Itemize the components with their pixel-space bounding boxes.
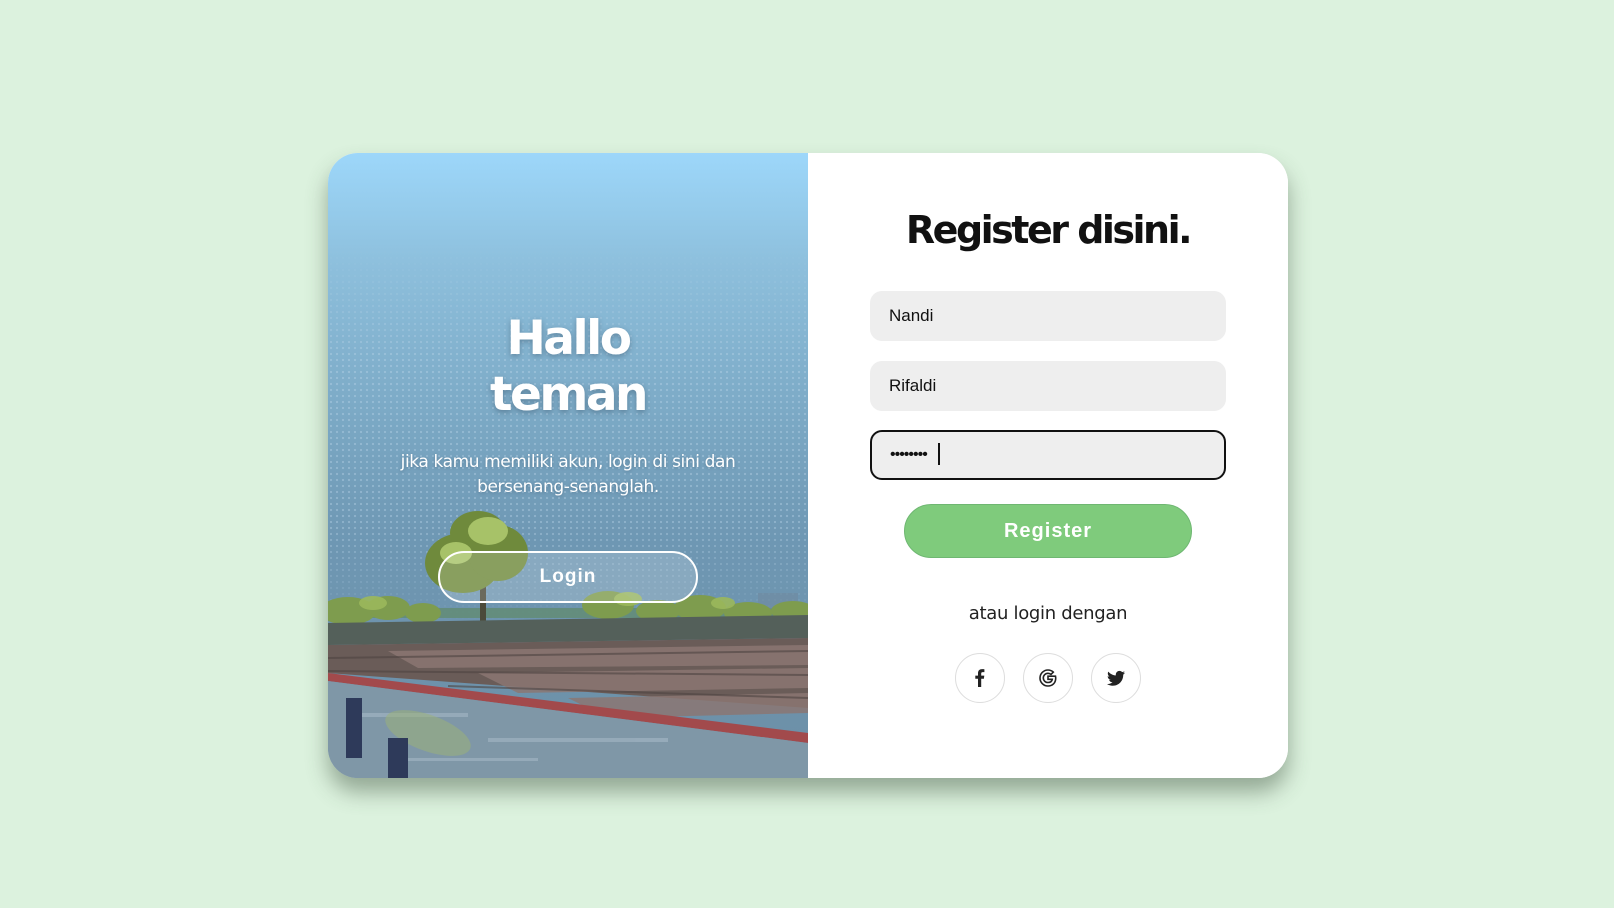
register-panel: Register disini. Register atau login den…	[808, 153, 1288, 778]
welcome-panel: Hallo teman jika kamu memiliki akun, log…	[328, 153, 808, 778]
register-button[interactable]: Register	[904, 504, 1192, 558]
google-icon	[1039, 669, 1057, 687]
welcome-subtitle: jika kamu memiliki akun, login di sini d…	[400, 452, 736, 497]
twitter-icon	[1107, 670, 1125, 686]
password-input[interactable]	[870, 430, 1226, 480]
login-button[interactable]: Login	[438, 551, 698, 603]
facebook-icon	[975, 669, 985, 687]
first-name-input[interactable]	[870, 291, 1226, 341]
facebook-login-button[interactable]	[955, 653, 1005, 703]
welcome-title: Hallo teman	[328, 311, 808, 423]
welcome-title-line2: teman	[490, 367, 649, 422]
google-login-button[interactable]	[1023, 653, 1073, 703]
register-title: Register disini.	[905, 208, 1193, 252]
last-name-input[interactable]	[870, 361, 1226, 411]
social-login-group	[808, 653, 1288, 703]
text-caret	[938, 443, 940, 465]
alt-login-text: atau login dengan	[968, 603, 1128, 624]
twitter-login-button[interactable]	[1091, 653, 1141, 703]
auth-card: Hallo teman jika kamu memiliki akun, log…	[328, 153, 1288, 778]
welcome-title-line1: Hallo	[506, 311, 632, 366]
